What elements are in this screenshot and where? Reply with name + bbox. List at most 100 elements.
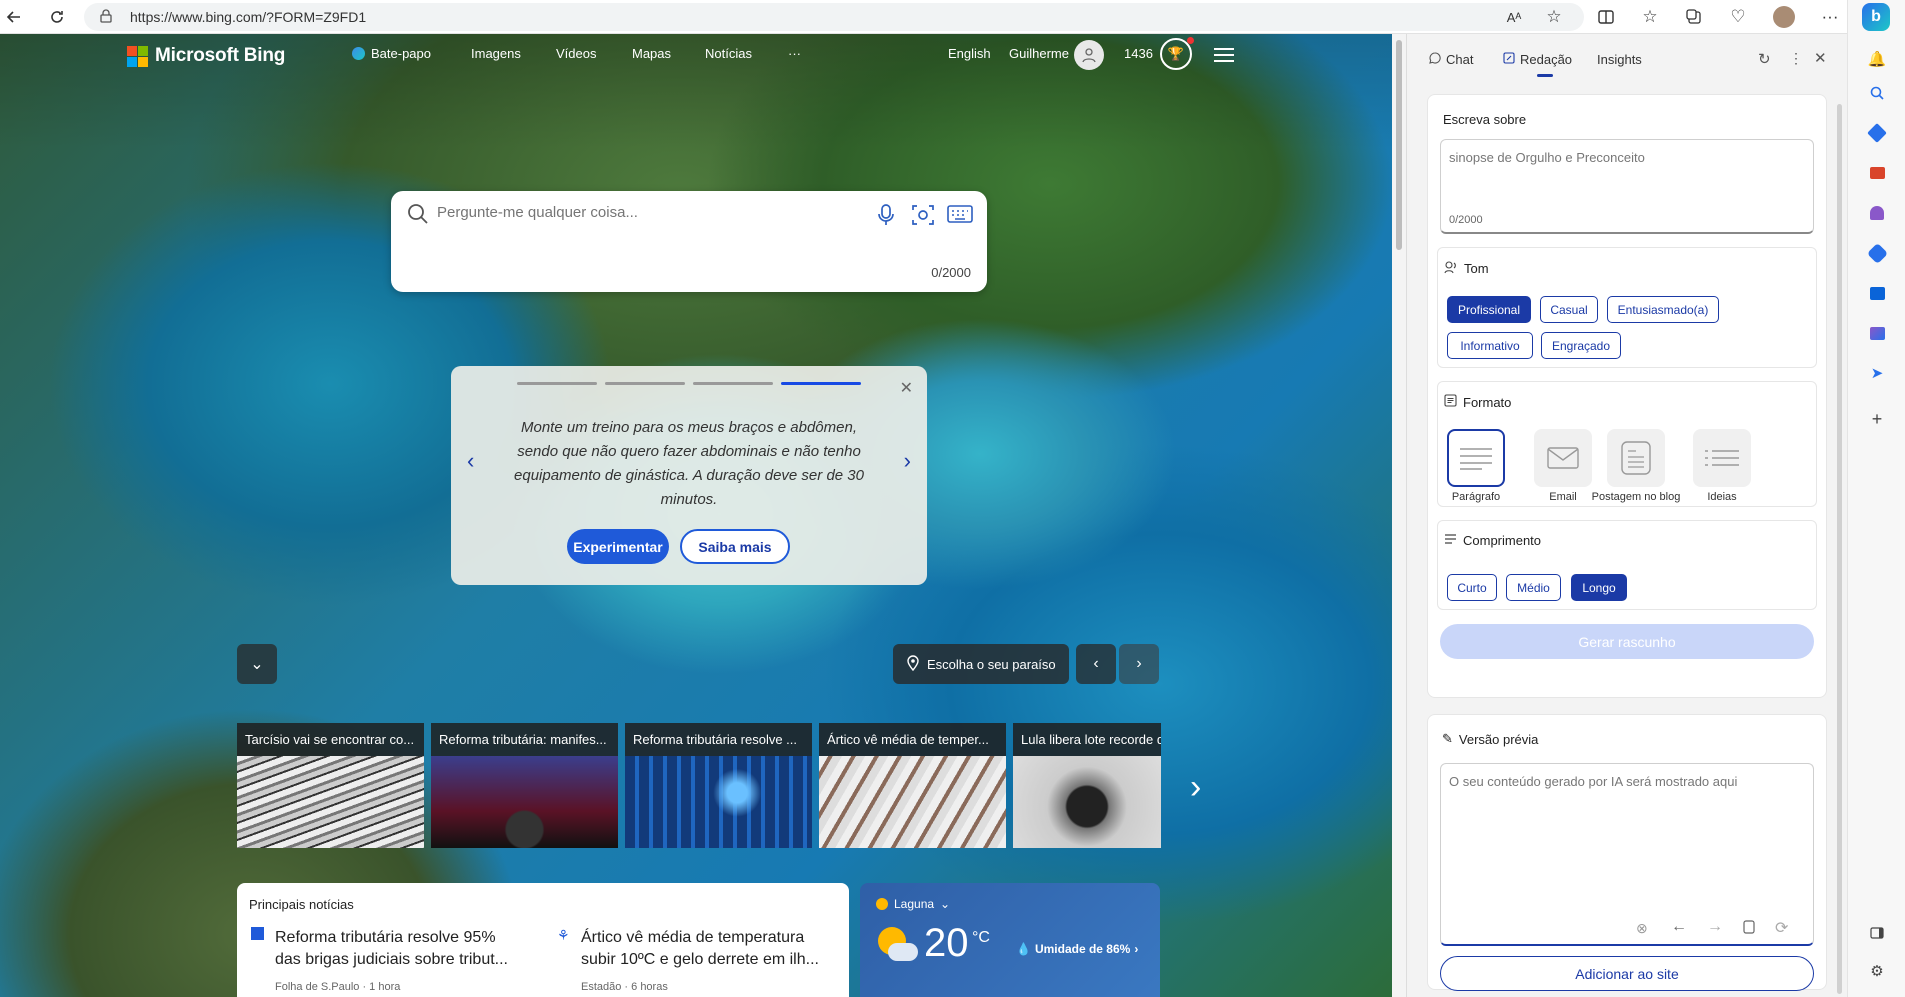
favorite-star-icon[interactable]: ☆ [1540, 5, 1568, 29]
format-blog-option[interactable] [1607, 429, 1665, 487]
outlook-icon[interactable] [1866, 282, 1888, 304]
nav-maps[interactable]: Mapas [632, 46, 671, 61]
close-icon[interactable]: ✕ [900, 378, 913, 398]
scrollbar-thumb[interactable] [1396, 40, 1402, 250]
add-to-site-button[interactable]: Adicionar ao site [1440, 956, 1814, 991]
carousel-indicators [517, 382, 861, 385]
length-option-longo[interactable]: Longo [1571, 574, 1627, 601]
address-bar[interactable]: https://www.bing.com/?FORM=Z9FD1 [84, 3, 1584, 31]
more-options-icon[interactable]: ··· [1816, 5, 1844, 29]
tone-option-casual[interactable]: Casual [1540, 296, 1598, 323]
refresh-icon[interactable] [43, 5, 71, 29]
favorites-icon[interactable]: ☆ [1636, 5, 1664, 29]
chevron-right-icon[interactable]: › [904, 448, 911, 474]
tab-chat[interactable]: Chat [1429, 52, 1473, 67]
tools-briefcase-icon[interactable] [1866, 162, 1888, 184]
visual-search-icon[interactable] [911, 203, 935, 230]
tab-compose[interactable]: Redação [1503, 52, 1572, 67]
nav-chat[interactable]: Bate-papo [352, 46, 431, 61]
write-about-textarea[interactable]: sinopse de Orgulho e Preconceito 0/2000 [1440, 139, 1814, 234]
tone-option-engracado[interactable]: Engraçado [1541, 332, 1621, 359]
regenerate-icon[interactable]: ⟳ [1775, 918, 1788, 938]
hamburger-menu-icon[interactable] [1214, 48, 1234, 62]
chevron-left-icon[interactable]: ‹ [467, 448, 474, 474]
settings-gear-icon[interactable]: ⚙ [1866, 960, 1888, 982]
send-icon[interactable]: ➤ [1866, 362, 1888, 384]
length-option-curto[interactable]: Curto [1447, 574, 1497, 601]
arrow-left-icon[interactable]: ← [1671, 918, 1687, 936]
panel-scrollbar[interactable] [1837, 104, 1842, 994]
stop-icon[interactable]: ⊗ [1636, 920, 1648, 937]
hide-sidebar-icon[interactable] [1866, 922, 1888, 944]
microsoft-365-icon[interactable] [1866, 242, 1888, 264]
weather-widget[interactable]: Laguna ⌄ 20 °C 💧 Umidade de 86% › [860, 883, 1160, 997]
nav-more[interactable]: ··· [788, 46, 801, 61]
format-paragraph-option[interactable] [1447, 429, 1505, 487]
add-icon[interactable]: + [1866, 408, 1888, 430]
news-card[interactable]: Ártico vê média de temper... [819, 723, 1006, 848]
generate-draft-button[interactable]: Gerar rascunho [1440, 624, 1814, 659]
news-card[interactable]: Reforma tributária resolve ... [625, 723, 812, 848]
chevron-right-icon[interactable]: › [1134, 942, 1138, 956]
prev-image-button[interactable]: ‹ [1076, 644, 1116, 684]
collapse-chevron-icon[interactable]: ⌄ [237, 644, 277, 684]
carousel-dot-active[interactable] [781, 382, 861, 385]
more-vertical-icon[interactable]: ⋮ [1789, 50, 1803, 67]
carousel-dot[interactable] [605, 382, 685, 385]
shopping-tag-icon[interactable] [1866, 122, 1888, 144]
split-screen-icon[interactable] [1592, 5, 1620, 29]
tone-option-profissional[interactable]: Profissional [1447, 296, 1531, 323]
notification-bell-icon[interactable]: 🔔 [1866, 48, 1888, 70]
search-input[interactable] [437, 199, 837, 225]
carousel-dot[interactable] [517, 382, 597, 385]
format-email-option[interactable] [1534, 429, 1592, 487]
designer-icon[interactable] [1866, 322, 1888, 344]
top-news-item[interactable]: Ártico vê média de temperatura subir 10º… [581, 927, 841, 971]
collections-icon[interactable] [1680, 5, 1708, 29]
preview-placeholder: O seu conteúdo gerado por IA será mostra… [1449, 774, 1738, 789]
bing-copilot-icon[interactable]: b [1861, 2, 1891, 32]
next-image-button[interactable]: › [1119, 644, 1159, 684]
page-scrollbar[interactable] [1392, 34, 1406, 997]
copy-icon[interactable] [1743, 920, 1755, 937]
news-next-chevron-icon[interactable]: › [1190, 768, 1201, 807]
tab-insights[interactable]: Insights [1597, 52, 1642, 67]
bing-logo[interactable]: Microsoft Bing [127, 45, 285, 67]
language-link[interactable]: English [948, 46, 991, 61]
top-news-item[interactable]: Reforma tributária resolve 95% das briga… [275, 927, 525, 971]
microphone-icon[interactable] [877, 203, 895, 230]
back-icon[interactable] [0, 5, 28, 29]
nav-news[interactable]: Notícias [705, 46, 752, 61]
games-icon[interactable] [1866, 202, 1888, 224]
arrow-right-icon[interactable]: → [1707, 918, 1723, 936]
search-icon[interactable] [1866, 82, 1888, 104]
news-card[interactable]: Tarcísio vai se encontrar co... [237, 723, 424, 848]
rewards-points[interactable]: 1436 [1124, 46, 1153, 61]
profile-avatar[interactable] [1770, 5, 1798, 29]
user-avatar[interactable] [1074, 40, 1104, 70]
tone-option-informativo[interactable]: Informativo [1447, 332, 1533, 359]
sparkle-wand-icon: ✎ [1442, 731, 1453, 746]
news-card[interactable]: Lula libera lote recorde d [1013, 723, 1161, 848]
chevron-down-icon[interactable]: ⌄ [940, 897, 950, 911]
nav-images[interactable]: Imagens [471, 46, 521, 61]
keyboard-icon[interactable] [947, 205, 973, 226]
preview-output-area[interactable]: O seu conteúdo gerado por IA será mostra… [1440, 763, 1814, 946]
user-name[interactable]: Guilherme [1009, 46, 1069, 61]
carousel-dot[interactable] [693, 382, 773, 385]
refresh-icon[interactable]: ↻ [1758, 50, 1771, 68]
learn-more-button[interactable]: Saiba mais [680, 529, 790, 564]
read-aloud-icon[interactable]: Aᴬ [1500, 5, 1528, 29]
close-icon[interactable]: ✕ [1814, 49, 1827, 67]
location-picker-button[interactable]: Escolha o seu paraíso [893, 644, 1069, 684]
nav-videos[interactable]: Vídeos [556, 46, 596, 61]
browser-essentials-icon[interactable]: ♡ [1724, 5, 1752, 29]
tone-option-entusiasmado[interactable]: Entusiasmado(a) [1607, 296, 1719, 323]
search-char-counter: 0/2000 [931, 265, 971, 280]
length-option-medio[interactable]: Médio [1506, 574, 1561, 601]
format-ideas-option[interactable] [1693, 429, 1751, 487]
try-button[interactable]: Experimentar [567, 529, 669, 564]
search-box[interactable]: 0/2000 [391, 191, 987, 292]
browser-toolbar: https://www.bing.com/?FORM=Z9FD1 Aᴬ ☆ ☆ … [0, 0, 1905, 34]
news-card[interactable]: Reforma tributária: manifes... [431, 723, 618, 848]
